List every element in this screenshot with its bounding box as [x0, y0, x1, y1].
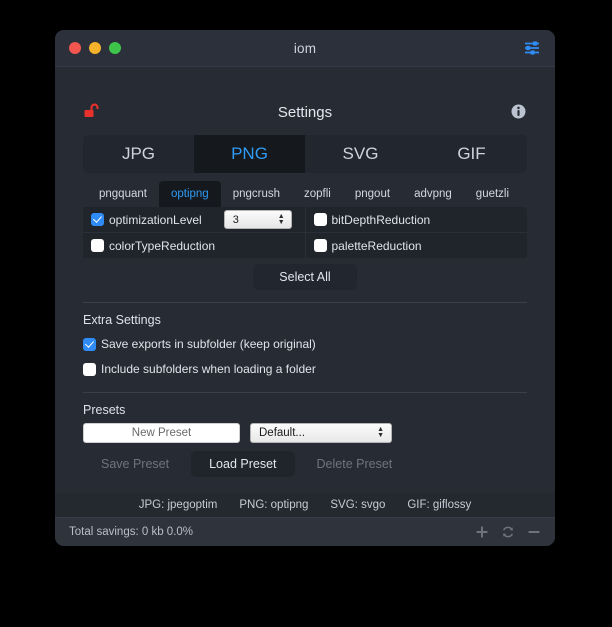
delete-preset-button[interactable]: Delete Preset — [299, 451, 411, 477]
preset-select-value: Default... — [259, 427, 306, 439]
subtab-pngout[interactable]: pngout — [343, 181, 402, 207]
checkbox-save-exports-subfolder[interactable] — [83, 337, 96, 351]
options-column-right: bitDepthReduction paletteReduction — [305, 207, 528, 258]
active-engines-bar: JPG: jpegoptim PNG: optipng SVG: svgo GI… — [55, 493, 555, 517]
divider-presets — [83, 392, 527, 393]
unlocked-padlock-icon[interactable] — [83, 103, 103, 121]
subtab-optipng[interactable]: optipng — [158, 181, 221, 207]
label-save-exports-subfolder: Save exports in subfolder (keep original… — [101, 337, 316, 351]
option-row-bitdepth-reduction: bitDepthReduction — [306, 207, 528, 232]
presets-title: Presets — [83, 403, 126, 417]
select-all-row: Select All — [83, 264, 527, 290]
subtab-advpng[interactable]: advpng — [402, 181, 464, 207]
checkbox-palettereduction[interactable] — [313, 239, 327, 252]
options-column-left: optimizationLevel 3 ▲ ▼ colorTypeReductio… — [83, 207, 306, 258]
subtab-pngquant[interactable]: pngquant — [87, 181, 159, 207]
status-bar: Total savings: 0 kb 0.0% — [55, 517, 555, 546]
option-row-colortype-reduction: colorTypeReduction — [83, 232, 305, 258]
settings-header: Settings — [83, 95, 527, 129]
engine-jpg: JPG: jpegoptim — [138, 499, 218, 511]
total-savings-text: Total savings: 0 kb 0.0% — [69, 526, 194, 538]
plus-icon[interactable] — [475, 525, 489, 539]
subtab-guetzli[interactable]: guetzli — [464, 181, 521, 207]
optimizationlevel-stepper[interactable]: 3 ▲ ▼ — [223, 210, 292, 229]
presets-input-row: New Preset Default... ▲ ▼ — [83, 423, 527, 443]
chevron-updown-icon: ▲ ▼ — [377, 426, 384, 439]
subtab-zopfli[interactable]: zopfli — [292, 181, 343, 207]
tab-png[interactable]: PNG — [194, 135, 305, 173]
tab-jpg[interactable]: JPG — [83, 135, 194, 173]
load-preset-button[interactable]: Load Preset — [191, 451, 295, 477]
label-include-subfolders: Include subfolders when loading a folder — [101, 362, 316, 376]
stepper-arrows-icon[interactable]: ▲ ▼ — [278, 212, 285, 227]
close-window-button[interactable] — [69, 42, 81, 54]
extra-row-include-subfolders: Include subfolders when loading a folder — [83, 358, 527, 380]
settings-body: Settings JPG PNG SVG GIF pngquant optipn… — [55, 67, 555, 517]
checkbox-include-subfolders[interactable] — [83, 362, 96, 376]
application-window: iom Settings JPG PNG SVG GIF pngquant op… — [55, 30, 555, 546]
minus-icon[interactable] — [527, 525, 541, 539]
format-tab-bar: JPG PNG SVG GIF — [83, 135, 527, 173]
zoom-window-button[interactable] — [109, 42, 121, 54]
label-palettereduction: paletteReduction — [331, 238, 422, 253]
title-bar: iom — [55, 30, 555, 67]
extra-row-save-subfolder: Save exports in subfolder (keep original… — [83, 333, 527, 355]
extra-settings-title: Extra Settings — [83, 313, 161, 327]
checkbox-bitdepthreduction[interactable] — [313, 213, 327, 226]
engine-svg: SVG: svgo — [330, 499, 386, 511]
engine-tab-bar: pngquant optipng pngcrush zopfli pngout … — [83, 181, 527, 207]
subtab-pngcrush[interactable]: pngcrush — [221, 181, 292, 207]
optimizationlevel-value: 3 — [232, 213, 239, 226]
engine-png: PNG: optipng — [239, 499, 309, 511]
page-title: Settings — [277, 103, 333, 121]
divider-extra-settings — [83, 302, 527, 303]
select-all-button[interactable]: Select All — [253, 264, 357, 290]
label-optimizationlevel: optimizationLevel — [109, 212, 202, 227]
refresh-icon[interactable] — [501, 525, 515, 539]
engine-gif: GIF: giflossy — [407, 499, 472, 511]
window-title: iom — [293, 40, 317, 56]
label-colortypereduction: colorTypeReduction — [109, 238, 216, 253]
tab-gif[interactable]: GIF — [416, 135, 527, 173]
option-row-palette-reduction: paletteReduction — [305, 232, 527, 258]
save-preset-button[interactable]: Save Preset — [83, 451, 187, 477]
traffic-light-buttons — [69, 42, 121, 54]
checkbox-colortypereduction[interactable] — [91, 239, 104, 252]
label-bitdepthreduction: bitDepthReduction — [331, 212, 431, 227]
option-row-optimization-level: optimizationLevel 3 ▲ ▼ — [83, 207, 305, 232]
sliders-icon[interactable] — [523, 39, 541, 57]
info-circle-icon[interactable] — [510, 103, 527, 120]
tab-svg[interactable]: SVG — [305, 135, 416, 173]
preset-select-dropdown[interactable]: Default... ▲ ▼ — [250, 423, 392, 443]
checkbox-optimizationlevel[interactable] — [91, 213, 104, 226]
minimize-window-button[interactable] — [89, 42, 101, 54]
options-grid: optimizationLevel 3 ▲ ▼ colorTypeReductio… — [83, 207, 527, 258]
preset-buttons-row: Save Preset Load Preset Delete Preset — [83, 451, 527, 477]
status-bar-actions — [475, 525, 541, 539]
new-preset-input[interactable]: New Preset — [83, 423, 240, 443]
